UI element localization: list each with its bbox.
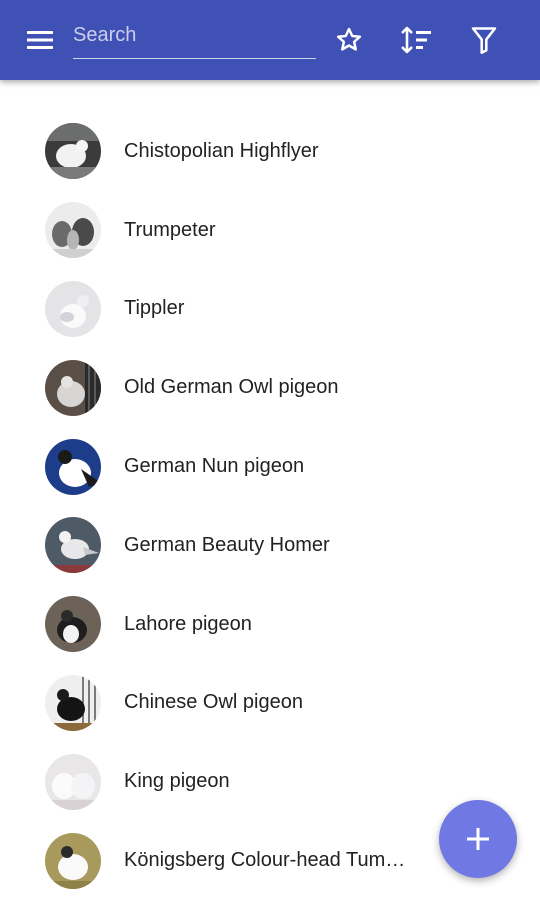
breed-avatar [45, 438, 101, 495]
breed-avatar [45, 674, 101, 731]
breed-name: German Beauty Homer [124, 533, 330, 556]
breed-name: Tippler [124, 297, 185, 320]
breed-avatar [45, 202, 101, 259]
filter-button[interactable] [464, 20, 504, 60]
sort-icon [401, 26, 431, 54]
sort-button[interactable] [396, 20, 436, 60]
list-item[interactable]: Lahore pigeon [0, 585, 540, 664]
list-item[interactable]: Chistopolian Highflyer [0, 112, 540, 191]
list-item[interactable]: Trumpeter [0, 191, 540, 270]
list-item[interactable]: Tippler [0, 270, 540, 349]
breed-name: King pigeon [124, 770, 230, 793]
breed-avatar [45, 517, 101, 574]
menu-icon [27, 31, 53, 49]
list-item[interactable]: German Beauty Homer [0, 506, 540, 585]
breed-avatar [45, 753, 101, 810]
breed-name: German Nun pigeon [124, 455, 305, 478]
breed-name: Lahore pigeon [124, 612, 252, 635]
breed-avatar [45, 832, 101, 889]
breed-name: Trumpeter [124, 218, 216, 241]
breed-name: Königsberg Colour-head Tumbler [124, 849, 414, 872]
breed-avatar [45, 280, 101, 337]
breed-list: Chistopolian Highflyer Trumpeter Tippler [0, 112, 540, 900]
list-item[interactable]: Chinese Owl pigeon [0, 664, 540, 743]
search-input[interactable] [73, 18, 316, 52]
plus-icon [467, 828, 489, 850]
star-icon [336, 27, 362, 51]
favorites-button[interactable] [329, 20, 369, 60]
app-bar [0, 0, 540, 80]
breed-avatar [45, 596, 101, 653]
filter-icon [471, 27, 497, 54]
breed-name: Chistopolian Highflyer [124, 139, 319, 162]
list-item[interactable]: Old German Owl pigeon [0, 348, 540, 427]
breed-avatar [45, 123, 101, 180]
breed-name: Chinese Owl pigeon [124, 691, 303, 714]
list-item[interactable]: German Nun pigeon [0, 427, 540, 506]
add-button[interactable] [439, 800, 517, 878]
breed-name: Old German Owl pigeon [124, 376, 339, 399]
breed-avatar [45, 359, 101, 416]
search-field [73, 18, 316, 59]
menu-button[interactable] [20, 22, 60, 58]
